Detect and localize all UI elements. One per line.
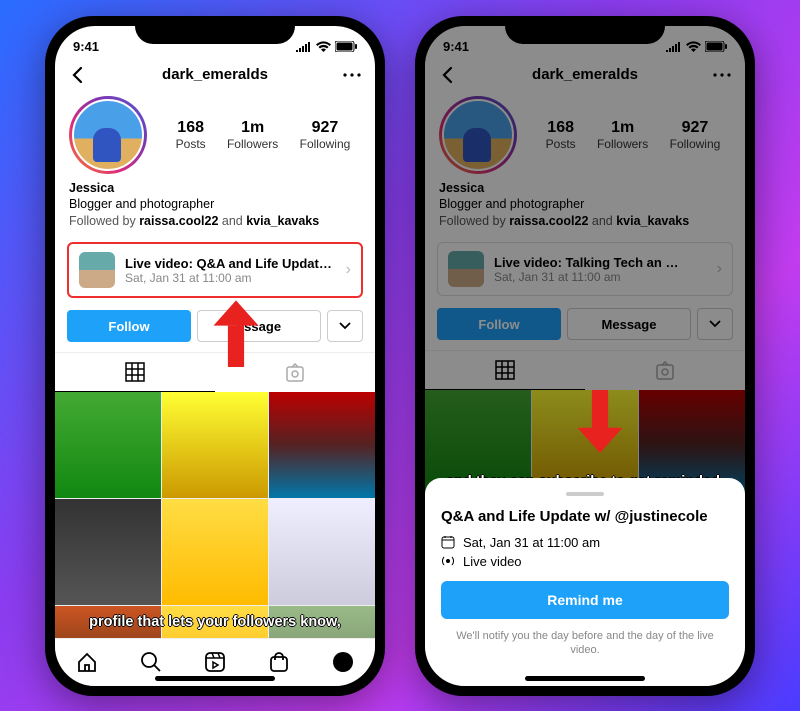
sheet-grabber[interactable] — [566, 492, 604, 496]
sheet-note: We'll notify you the day before and the … — [441, 629, 729, 658]
home-indicator[interactable] — [525, 676, 645, 681]
tab-grid[interactable] — [55, 353, 215, 392]
more-icon[interactable] — [343, 73, 361, 77]
suggested-button[interactable] — [327, 310, 363, 342]
status-time: 9:41 — [73, 39, 99, 54]
post-cell[interactable] — [55, 392, 161, 498]
live-icon — [441, 554, 455, 568]
nav-shop-icon[interactable] — [268, 651, 290, 673]
follow-button[interactable]: Follow — [67, 310, 191, 342]
reminder-sheet: Q&A and Life Update w/ @justinecole Sat,… — [425, 478, 745, 686]
post-cell[interactable] — [162, 392, 268, 498]
stat-following[interactable]: 927Following — [300, 119, 351, 151]
live-date: Sat, Jan 31 at 11:00 am — [125, 271, 336, 285]
nav-home-icon[interactable] — [76, 651, 98, 673]
remind-me-button[interactable]: Remind me — [441, 581, 729, 619]
video-caption: profile that lets your followers know, — [55, 614, 375, 630]
profile-username: dark_emeralds — [162, 66, 268, 83]
post-cell[interactable] — [269, 392, 375, 498]
nav-reels-icon[interactable] — [204, 651, 226, 673]
post-cell[interactable] — [162, 499, 268, 605]
nav-profile-icon[interactable] — [332, 651, 354, 673]
annotation-arrow-up — [214, 322, 259, 394]
live-title: Live video: Q&A and Life Updat… — [125, 256, 336, 271]
stat-posts[interactable]: 168Posts — [176, 119, 206, 151]
post-cell[interactable] — [269, 499, 375, 605]
avatar[interactable] — [69, 96, 147, 174]
nav-search-icon[interactable] — [140, 651, 162, 673]
stat-followers[interactable]: 1mFollowers — [227, 119, 278, 151]
annotation-arrow-down — [578, 390, 623, 462]
calendar-icon — [441, 535, 455, 549]
home-indicator[interactable] — [155, 676, 275, 681]
live-thumb — [79, 252, 115, 288]
bio-name: Jessica — [69, 180, 361, 197]
sheet-date-row: Sat, Jan 31 at 11:00 am — [441, 535, 729, 550]
bio-line: Blogger and photographer — [69, 196, 361, 213]
chevron-right-icon: › — [346, 261, 351, 279]
scheduled-live-card[interactable]: Live video: Q&A and Life Updat… Sat, Jan… — [67, 242, 363, 298]
bio-followed-by: Followed by raissa.cool22 and kvia_kavak… — [69, 213, 361, 230]
sheet-title: Q&A and Life Update w/ @justinecole — [441, 508, 729, 525]
status-icons — [296, 41, 357, 52]
sheet-type-row: Live video — [441, 554, 729, 569]
back-icon[interactable] — [69, 66, 87, 84]
post-cell[interactable] — [55, 499, 161, 605]
